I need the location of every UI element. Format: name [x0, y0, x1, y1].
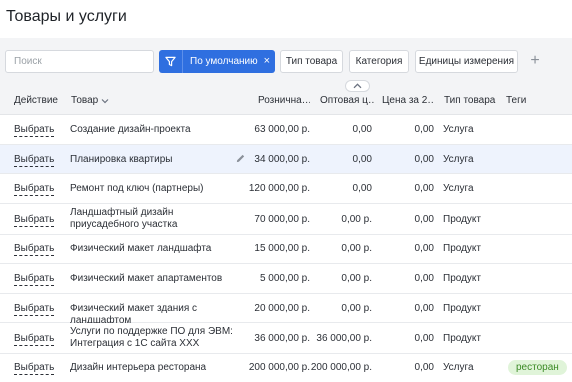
product-type: Продукт: [443, 273, 481, 284]
select-link[interactable]: Выбрать: [14, 333, 55, 346]
product-name: Физический макет ландшафта: [70, 243, 212, 254]
retail-price: 20 000,00 р.: [254, 303, 310, 314]
wholesale-price: 0,00 р.: [341, 243, 372, 254]
filter-pill-category[interactable]: Категория: [349, 50, 409, 73]
table-row[interactable]: Выбрать Создание дизайн-проекта 63 000,0…: [0, 115, 572, 145]
price-2: 0,00: [414, 124, 434, 135]
product-type: Продукт: [443, 243, 481, 254]
product-name: Услуги по поддержке ПО для ЭВМ: Интеграц…: [70, 326, 233, 349]
table-row[interactable]: Выбрать Дизайн интерьера ресторана 200 0…: [0, 354, 572, 382]
price-2: 0,00: [414, 214, 434, 225]
product-type: Продукт: [443, 214, 481, 225]
retail-price: 15 000,00 р.: [254, 243, 310, 254]
select-link[interactable]: Выбрать: [14, 214, 55, 227]
retail-price: 70 000,00 р.: [254, 214, 310, 225]
add-filter-icon[interactable]: +: [527, 52, 543, 70]
chevron-down-icon[interactable]: [101, 96, 109, 107]
wholesale-price: 0,00: [352, 154, 372, 165]
retail-price: 63 000,00 р.: [254, 124, 310, 135]
price-2: 0,00: [414, 303, 434, 314]
wholesale-price: 0,00 р.: [341, 303, 372, 314]
edit-pencil-icon[interactable]: [235, 153, 246, 167]
wholesale-price: 200 000,00 р.: [310, 362, 372, 373]
wholesale-price: 0,00: [352, 183, 372, 194]
filter-toolbar: По умолчанию × Тип товара Категория Един…: [0, 38, 572, 86]
tag-badge[interactable]: ресторан: [508, 360, 567, 375]
wholesale-price: 0,00: [352, 124, 372, 135]
column-header-action[interactable]: Действие: [14, 95, 64, 106]
table-row[interactable]: Выбрать Физический макет здания с ландша…: [0, 294, 572, 326]
column-header-price-2[interactable]: Цена за 2…: [382, 95, 434, 106]
products-page: Товары и услуги По умолчанию × Тип товар…: [0, 0, 572, 382]
table-row[interactable]: Выбрать Физический макет ландшафта 15 00…: [0, 235, 572, 264]
price-2: 0,00: [414, 362, 434, 373]
product-type: Услуга: [443, 124, 474, 135]
retail-price: 36 000,00 р.: [254, 333, 310, 344]
price-2: 0,00: [414, 183, 434, 194]
retail-price: 34 000,00 р.: [254, 154, 310, 165]
wholesale-price: 36 000,00 р.: [316, 333, 372, 344]
column-header-product[interactable]: Товар: [71, 95, 99, 106]
collapse-toolbar-button[interactable]: [345, 80, 370, 92]
filter-chip-label: По умолчанию: [190, 56, 258, 67]
filter-pill-units[interactable]: Единицы измерения: [415, 50, 518, 73]
column-header-tags[interactable]: Теги: [506, 95, 536, 106]
select-link[interactable]: Выбрать: [14, 124, 55, 137]
table-row[interactable]: Выбрать Физический макет апартаментов 5 …: [0, 264, 572, 294]
product-type: Услуга: [443, 154, 474, 165]
product-name: Планировка квартиры: [70, 154, 173, 165]
active-filter[interactable]: По умолчанию ×: [159, 50, 275, 73]
product-name: Создание дизайн-проекта: [70, 124, 191, 135]
table-row[interactable]: Выбрать Планировка квартиры 34 000,00 р.…: [0, 145, 572, 174]
table-row[interactable]: Выбрать Ремонт под ключ (партнеры) 120 0…: [0, 174, 572, 204]
table-row[interactable]: Выбрать Ландшафтный дизайн приусадебного…: [0, 204, 572, 235]
product-type: Услуга: [443, 183, 474, 194]
wholesale-price: 0,00 р.: [341, 273, 372, 284]
select-link[interactable]: Выбрать: [14, 243, 55, 256]
price-2: 0,00: [414, 273, 434, 284]
price-2: 0,00: [414, 333, 434, 344]
wholesale-price: 0,00 р.: [341, 214, 372, 225]
table-row[interactable]: Выбрать Услуги по поддержке ПО для ЭВМ: …: [0, 323, 572, 354]
select-link[interactable]: Выбрать: [14, 273, 55, 286]
filter-pill-product-type[interactable]: Тип товара: [280, 50, 343, 73]
select-link[interactable]: Выбрать: [14, 303, 55, 316]
retail-price: 5 000,00 р.: [259, 273, 310, 284]
select-link[interactable]: Выбрать: [14, 154, 55, 167]
product-type: Продукт: [443, 303, 481, 314]
column-header-product-type[interactable]: Тип товара: [444, 95, 499, 106]
product-name: Физический макет апартаментов: [70, 273, 223, 284]
product-name: Ремонт под ключ (партнеры): [70, 183, 204, 194]
close-icon[interactable]: ×: [264, 56, 270, 67]
search-input[interactable]: [5, 50, 154, 73]
product-name: Дизайн интерьера ресторана: [70, 362, 207, 373]
select-link[interactable]: Выбрать: [14, 362, 55, 375]
chevron-up-icon: [353, 83, 362, 89]
price-2: 0,00: [414, 243, 434, 254]
column-header-wholesale-price[interactable]: Оптовая ц…: [320, 95, 375, 106]
column-header-retail-price[interactable]: Рознична…: [258, 95, 310, 106]
filter-icon[interactable]: [159, 50, 183, 73]
retail-price: 120 000,00 р.: [248, 183, 310, 194]
page-title: Товары и услуги: [6, 8, 127, 25]
filter-chip-default[interactable]: По умолчанию ×: [183, 50, 275, 73]
product-name: Ландшафтный дизайн приусадебного участка: [70, 207, 178, 230]
select-link[interactable]: Выбрать: [14, 183, 55, 196]
price-2: 0,00: [414, 154, 434, 165]
product-type: Услуга: [443, 362, 474, 373]
retail-price: 200 000,00 р.: [248, 362, 310, 373]
table-header: Действие Товар Рознична… Оптовая ц… Цена…: [0, 86, 572, 115]
product-type: Продукт: [443, 333, 481, 344]
